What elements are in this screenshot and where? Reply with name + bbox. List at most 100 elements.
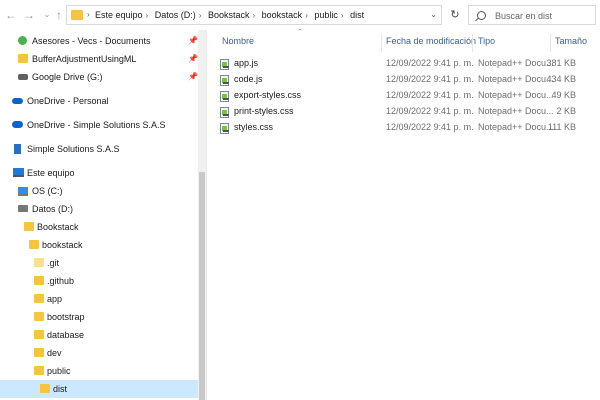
sidebar-scrollbar-thumb[interactable] [199, 172, 205, 400]
up-arrow-icon[interactable]: ↑ [52, 8, 66, 22]
folder-icon [29, 240, 39, 249]
sidebar-item-label: Asesores - Vecs - Documents [32, 36, 151, 46]
address-bar[interactable]: › Este equipo › Datos (D:) › Bookstack › bo… [66, 5, 442, 25]
breadcrumb-bookstack-root[interactable]: Bookstack [208, 10, 250, 20]
folder-icon [34, 258, 44, 267]
column-separator[interactable] [381, 34, 382, 52]
breadcrumb-bookstack[interactable]: bookstack [262, 10, 303, 20]
breadcrumb-separator[interactable]: › [199, 11, 202, 20]
column-separator[interactable] [550, 34, 551, 52]
file-type: Notepad++ Docu... [478, 90, 554, 100]
sidebar-item-dev[interactable]: dev [0, 344, 198, 362]
file-date: 12/09/2022 9:41 p. m. [386, 122, 474, 132]
search-placeholder: Buscar en dist [495, 11, 553, 21]
sidebar-item-github[interactable]: .github [0, 272, 198, 290]
table-row[interactable]: export-styles.css 12/09/2022 9:41 p. m. … [218, 88, 598, 104]
sidebar-item-google-drive[interactable]: Google Drive (G:) 📌 [0, 68, 198, 86]
notepad-file-icon [220, 75, 229, 86]
sidebar-item-label: database [47, 330, 85, 340]
breadcrumb-separator[interactable]: › [305, 11, 308, 20]
column-header-size[interactable]: Tamaño [555, 36, 587, 52]
breadcrumb-separator[interactable]: › [252, 11, 255, 20]
folder-icon [34, 294, 44, 303]
search-input[interactable]: Buscar en dist [468, 5, 596, 25]
folder-icon [34, 312, 44, 321]
sidebar-item-label: bootstrap [47, 312, 85, 322]
onedrive-business-icon [12, 121, 23, 128]
file-size: 434 KB [546, 74, 576, 84]
breadcrumb-dist[interactable]: dist [350, 10, 364, 20]
sidebar-item-onedrive-simple-solutions[interactable]: OneDrive - Simple Solutions S.A.S [0, 116, 198, 134]
sidebar-item-label: OneDrive - Simple Solutions S.A.S [27, 120, 166, 130]
file-size: 2 KB [556, 106, 576, 116]
table-row[interactable]: print-styles.css 12/09/2022 9:41 p. m. N… [218, 104, 598, 120]
sidebar-item-datos-d[interactable]: Datos (D:) [0, 200, 198, 218]
breadcrumb-separator[interactable]: › [341, 11, 344, 20]
sidebar-item-label: app [47, 294, 63, 304]
back-arrow-icon[interactable]: ← [4, 8, 18, 22]
onedrive-icon [12, 98, 23, 104]
sidebar-item-os-c[interactable]: OS (C:) [0, 182, 198, 200]
sidebar-item-bookstack[interactable]: bookstack [0, 236, 198, 254]
navigation-pane: Asesores - Vecs - Documents 📌 BufferAdju… [0, 30, 198, 400]
table-row[interactable]: app.js 12/09/2022 9:41 p. m. Notepad++ D… [218, 56, 598, 72]
sidebar-item-bootstrap[interactable]: bootstrap [0, 308, 198, 326]
sidebar-item-label: dist [53, 384, 68, 394]
sidebar-item-label: bookstack [42, 240, 83, 250]
file-date: 12/09/2022 9:41 p. m. [386, 106, 474, 116]
file-type: Notepad++ Docu... [478, 106, 554, 116]
table-row[interactable]: code.js 12/09/2022 9:41 p. m. Notepad++ … [218, 72, 598, 88]
sidebar-item-database[interactable]: database [0, 326, 198, 344]
breadcrumb-public[interactable]: public [314, 10, 338, 20]
sidebar-item-dist[interactable]: dist [0, 380, 198, 398]
breadcrumb-separator[interactable]: › [146, 11, 149, 20]
sort-ascending-icon: ⌃ [297, 29, 303, 36]
address-dropdown-chevron-icon[interactable]: ⌄ [430, 10, 437, 19]
column-header-type[interactable]: Tipo [478, 36, 495, 52]
sidebar-item-bufferadjustmentusingml[interactable]: BufferAdjustmentUsingML 📌 [0, 50, 198, 68]
sharepoint-folder-icon [18, 36, 27, 45]
folder-icon [18, 54, 28, 63]
sidebar-item-app[interactable]: app [0, 290, 198, 308]
sidebar-item-simple-solutions[interactable]: Simple Solutions S.A.S [0, 140, 198, 158]
file-name: export-styles.css [234, 90, 302, 100]
sidebar-item-label: .git [47, 258, 60, 268]
sidebar-item-label: Bookstack [37, 222, 79, 232]
breadcrumb-este-equipo[interactable]: Este equipo [95, 10, 143, 20]
pin-icon: 📌 [188, 36, 198, 45]
file-name: styles.css [234, 122, 274, 132]
file-type: Notepad++ Docu... [478, 74, 554, 84]
sidebar-item-asesores-vecs-documents[interactable]: Asesores - Vecs - Documents 📌 [0, 32, 198, 50]
breadcrumb-datos-d[interactable]: Datos (D:) [155, 10, 196, 20]
windows-drive-icon [18, 187, 28, 196]
this-pc-icon [13, 168, 24, 177]
sidebar-item-label: public [47, 366, 71, 376]
folder-icon [34, 276, 44, 285]
breadcrumb-separator: › [87, 10, 90, 19]
sidebar-item-label: .github [47, 276, 75, 286]
forward-arrow-icon[interactable]: → [22, 8, 36, 22]
table-row[interactable]: styles.css 12/09/2022 9:41 p. m. Notepad… [218, 120, 598, 136]
sidebar-item-label: dev [47, 348, 62, 358]
folder-icon [34, 366, 44, 375]
hard-drive-icon [18, 205, 28, 212]
sidebar-item-public[interactable]: public [0, 362, 198, 380]
column-separator[interactable] [472, 34, 473, 52]
notepad-file-icon [220, 59, 229, 70]
sidebar-item-bookstack-root[interactable]: Bookstack [0, 218, 198, 236]
column-header-date[interactable]: Fecha de modificación [386, 36, 476, 52]
refresh-icon[interactable]: ↻ [446, 5, 464, 25]
sidebar-item-label: Este equipo [27, 168, 75, 178]
sidebar-item-git[interactable]: .git [0, 254, 198, 272]
notepad-file-icon [220, 107, 229, 118]
column-header-name[interactable]: Nombre [222, 36, 254, 52]
sidebar-item-onedrive-personal[interactable]: OneDrive - Personal [0, 92, 198, 110]
folder-icon [34, 348, 44, 357]
sidebar-item-label: OS (C:) [32, 186, 63, 196]
folder-icon [71, 10, 83, 20]
file-type: Notepad++ Docu... [478, 122, 554, 132]
file-date: 12/09/2022 9:41 p. m. [386, 90, 474, 100]
sidebar-item-este-equipo[interactable]: Este equipo [0, 164, 198, 182]
sidebar-item-label: Datos (D:) [32, 204, 74, 214]
search-icon [477, 11, 486, 20]
